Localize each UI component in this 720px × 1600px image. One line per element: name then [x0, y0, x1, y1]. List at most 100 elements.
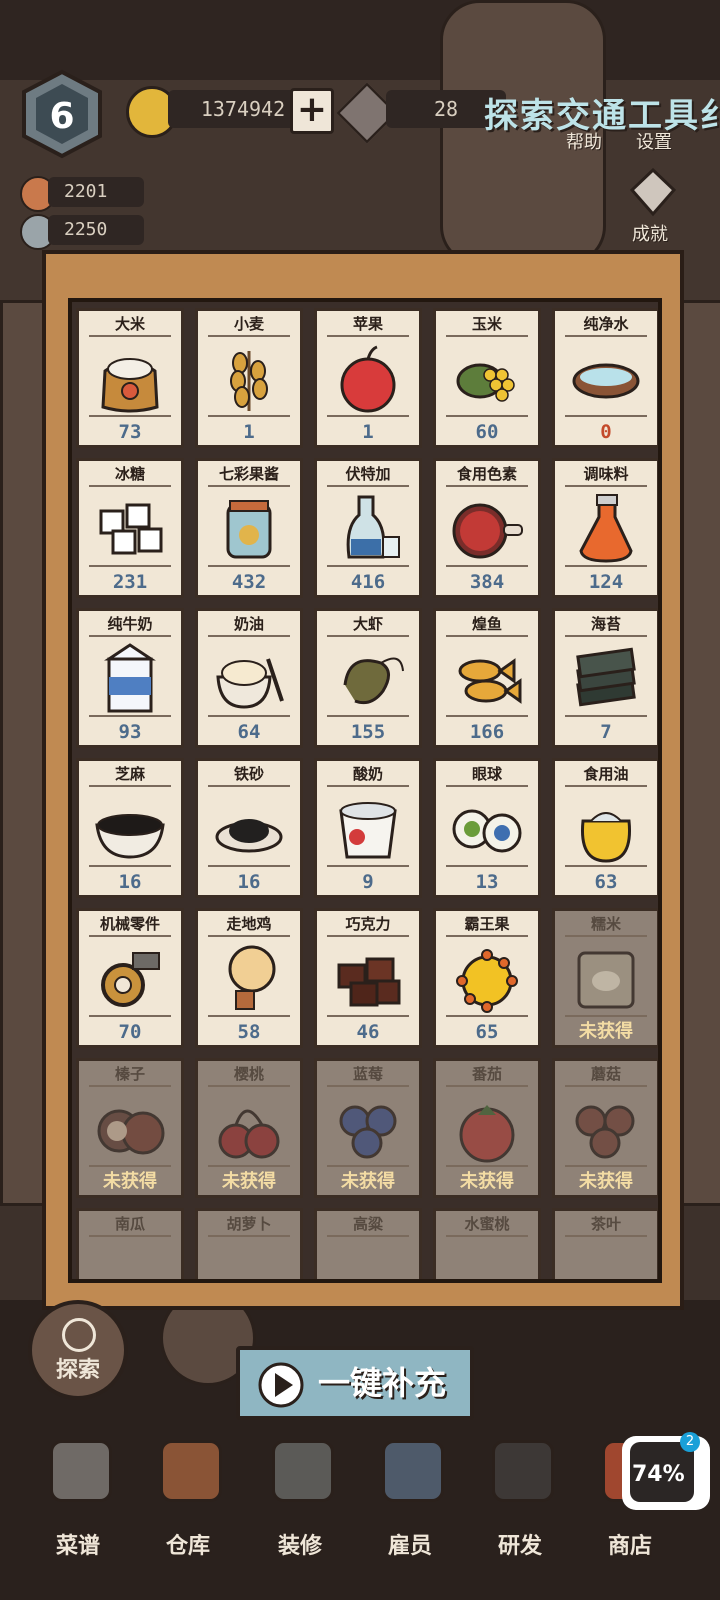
card-divider: [446, 1235, 528, 1237]
locked-label: 未获得: [341, 1171, 395, 1192]
ingredient-count: 124: [588, 571, 624, 593]
card-divider: [208, 1015, 290, 1017]
card-divider: [446, 935, 528, 937]
achievement-button[interactable]: [628, 167, 678, 218]
ingredient-count: 416: [350, 571, 386, 593]
ingredient-card[interactable]: 冰糖 231: [76, 458, 184, 598]
ingredient-count: 16: [237, 871, 261, 893]
card-divider: [565, 865, 647, 867]
nav-item[interactable]: 仓库: [138, 1440, 238, 1560]
ingredient-name: 煌鱼: [471, 615, 502, 633]
ingredient-card[interactable]: 芝麻 16: [76, 758, 184, 898]
ingredient-card[interactable]: 茶叶: [552, 1208, 658, 1279]
nav-label: 研发: [497, 1534, 542, 1559]
ingredient-card[interactable]: 海苔 7: [552, 608, 658, 748]
ingredient-card[interactable]: 南瓜: [76, 1208, 184, 1279]
card-divider: [208, 785, 290, 787]
stat-1-value: 2201: [48, 177, 144, 207]
ingredient-count: 1: [243, 421, 255, 443]
seasoning-icon: [579, 494, 633, 563]
blueberry-icon: [339, 1105, 397, 1159]
ingredient-card[interactable]: 蘑菇 未获得: [552, 1058, 658, 1198]
card-divider: [446, 565, 528, 567]
ingredient-card[interactable]: 榛子 未获得: [76, 1058, 184, 1198]
ingredient-card[interactable]: 蓝莓 未获得: [314, 1058, 422, 1198]
ingredient-card[interactable]: 糯米 未获得: [552, 908, 658, 1048]
ingredient-card[interactable]: 伏特加 416: [314, 458, 422, 598]
refill-label: 一键补充: [318, 1364, 447, 1402]
nav-item[interactable]: 装修: [250, 1440, 350, 1560]
pot-icon: [492, 1440, 554, 1502]
ingredient-card[interactable]: 大米 73: [76, 308, 184, 448]
ingredient-card[interactable]: 樱桃 未获得: [195, 1058, 303, 1198]
ingredient-card[interactable]: 走地鸡 58: [195, 908, 303, 1048]
ingredient-count: 432: [231, 571, 267, 593]
ingredient-card[interactable]: 霸王果 65: [433, 908, 541, 1048]
nav-item[interactable]: 研发: [470, 1440, 570, 1560]
sesame-icon: [95, 814, 165, 859]
card-divider: [327, 335, 409, 337]
card-divider: [327, 415, 409, 417]
carrot-icon: [212, 1241, 286, 1283]
nav-label: 仓库: [165, 1534, 210, 1559]
ingredient-name: 机械零件: [99, 915, 160, 933]
ingredient-card[interactable]: 机械零件 70: [76, 908, 184, 1048]
ingredient-card[interactable]: 大虾 155: [314, 608, 422, 748]
ingredient-card[interactable]: 巧克力 46: [314, 908, 422, 1048]
ingredient-card[interactable]: 玉米 60: [433, 308, 541, 448]
yogurt-icon: [339, 802, 397, 859]
ingredient-card[interactable]: 小麦 1: [195, 308, 303, 448]
ingredient-card[interactable]: 纯净水 0: [552, 308, 658, 448]
ingredient-name: 铁砂: [233, 765, 264, 783]
ingredient-card[interactable]: 七彩果酱 432: [195, 458, 303, 598]
card-divider: [327, 565, 409, 567]
ingredient-name: 苹果: [352, 315, 383, 333]
ingredient-name: 海苔: [590, 615, 621, 633]
settings-button[interactable]: 设置: [636, 128, 672, 154]
ingredient-grid[interactable]: 大米 73 小麦 1 苹果 1 玉米 60 纯净水 0 冰糖 231 七彩果酱 432 伏特加 416 食用色素…: [68, 298, 662, 1283]
card-divider: [446, 485, 528, 487]
ingredient-card[interactable]: 水蜜桃: [433, 1208, 541, 1279]
ingredient-card[interactable]: 苹果 1: [314, 308, 422, 448]
ingredient-card[interactable]: 煌鱼 166: [433, 608, 541, 748]
stat-2-value: 2250: [48, 215, 144, 245]
ingredient-card[interactable]: 食用油 63: [552, 758, 658, 898]
card-divider: [208, 335, 290, 337]
ingredient-count: 70: [118, 1021, 142, 1043]
help-button[interactable]: 帮助: [566, 128, 602, 154]
card-divider: [89, 865, 171, 867]
ingredient-name: 七彩果酱: [218, 465, 279, 483]
add-coins-button[interactable]: +: [290, 88, 334, 134]
ingredient-card[interactable]: 铁砂 16: [195, 758, 303, 898]
ingredient-card[interactable]: 食用色素 384: [433, 458, 541, 598]
oil-icon: [580, 812, 632, 863]
ingredient-card[interactable]: 胡萝卜: [195, 1208, 303, 1283]
ingredient-card[interactable]: 调味料 124: [552, 458, 658, 598]
compass-icon: [62, 1318, 96, 1352]
ingredient-card[interactable]: 纯牛奶 93: [76, 608, 184, 748]
nav-item[interactable]: 雇员: [360, 1440, 460, 1560]
ingredient-name: 走地鸡: [226, 915, 272, 933]
iron-sand-icon: [215, 819, 283, 853]
card-divider: [89, 935, 171, 937]
nav-item[interactable]: 菜谱: [28, 1440, 128, 1560]
play-icon: [258, 1362, 304, 1408]
diamond-icon: [629, 167, 677, 217]
card-divider: [208, 865, 290, 867]
wheat-icon: [230, 351, 268, 411]
ingredient-card[interactable]: 高粱: [314, 1208, 422, 1279]
card-divider: [89, 1015, 171, 1017]
ingredient-name: 巧克力: [345, 915, 391, 933]
ingredient-card[interactable]: 奶油 64: [195, 608, 303, 748]
chicken-icon: [228, 945, 276, 1010]
refill-all-button[interactable]: 一键补充: [236, 1346, 474, 1420]
ingredient-card[interactable]: 眼球 13: [433, 758, 541, 898]
ingredient-card[interactable]: 番茄 未获得: [433, 1058, 541, 1198]
floating-widget[interactable]: 74% 2: [622, 1432, 710, 1510]
ingredient-name: 糯米: [590, 915, 621, 933]
card-divider: [208, 485, 290, 487]
level-badge[interactable]: 6: [16, 68, 108, 160]
ingredient-card[interactable]: 酸奶 9: [314, 758, 422, 898]
corn-icon: [456, 363, 515, 402]
explore-button[interactable]: 探索: [28, 1300, 128, 1400]
